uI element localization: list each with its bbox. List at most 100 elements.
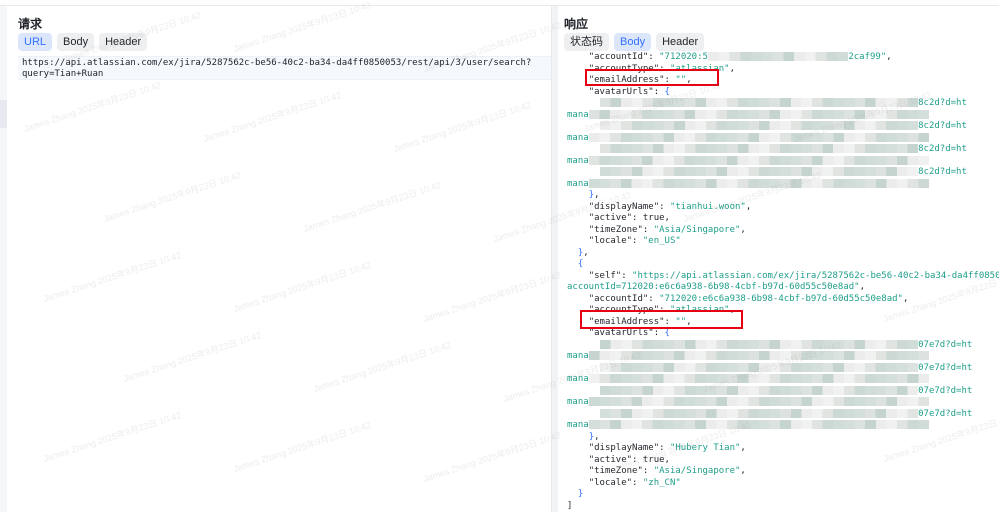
code-token: "Asia/Singapore" [653, 224, 741, 235]
request-tab-header[interactable]: Header [99, 33, 148, 51]
left-gutter [0, 6, 7, 512]
code-token: "self": [588, 270, 633, 281]
code-line: "displayName": "tianhui.woon", [567, 201, 752, 213]
code-token: , [859, 282, 866, 292]
code-token: , [729, 63, 735, 74]
code-token: mana [567, 109, 589, 120]
redacted-mosaic [588, 374, 929, 383]
left-gutter-marker [0, 100, 7, 128]
code-line: }, [567, 248, 589, 259]
code-token: accountId=712020:e6c6a938-6b98-4cbf-b97d… [567, 282, 860, 292]
code-line: mana [567, 374, 929, 385]
code-line: 8c2d?d=ht [567, 144, 967, 155]
code-line: mana [567, 351, 929, 362]
code-line: 8c2d?d=ht [567, 98, 967, 109]
request-url-line-2: query=Tian+Ruan [22, 69, 104, 79]
code-line: } [567, 489, 583, 500]
code-token: true, [642, 454, 670, 465]
code-token: mana [567, 374, 589, 384]
code-token: 07e7d?d=ht [918, 362, 973, 373]
code-line: "avatarUrls": { [567, 87, 670, 98]
code-token: mana [567, 351, 589, 361]
code-token: "https://api.atlassian.com/ex/jira/52875… [632, 270, 999, 281]
response-tabs: 状态码 Body Header [564, 33, 705, 51]
code-token: { [577, 259, 584, 269]
code-token: true, [642, 213, 670, 223]
watermark-text: James Zhang 2025年9月23日 10:42 [202, 89, 343, 144]
code-line: "accountId": "712020:5 2caf99", [567, 52, 892, 63]
code-token: } [577, 489, 584, 499]
code-line: 8c2d?d=ht [567, 167, 967, 178]
code-token: , [745, 201, 752, 212]
highlight-box-email-1 [585, 69, 719, 86]
code-line: "avatarUrls": { [567, 328, 670, 339]
code-line: "locale": "en_US" [567, 236, 681, 247]
code-token: mana [567, 178, 589, 189]
code-line: }, [567, 190, 600, 201]
code-line: "accountId": "712020:e6c6a938-6b98-4cbf-… [567, 293, 909, 305]
code-token: , [594, 190, 600, 200]
highlight-box-email-2 [580, 310, 743, 329]
redacted-mosaic [599, 385, 919, 395]
code-token: , [740, 443, 746, 453]
code-line: 8c2d?d=ht [567, 121, 967, 132]
request-url-line-1: https://api.atlassian.com/ex/jira/528756… [22, 58, 532, 68]
response-title: 响应 [564, 17, 589, 31]
code-line: 07e7d?d=ht [567, 339, 973, 351]
code-line: "active": true, [567, 213, 670, 224]
code-token: mana [567, 132, 589, 143]
watermark-text: James Zhang 2025年9月23日 10:42 [232, 419, 373, 474]
top-border [0, 5, 999, 6]
redacted-mosaic [588, 351, 929, 360]
code-line: "timeZone": "Asia/Singapore", [567, 225, 746, 236]
code-line: 07e7d?d=ht [567, 362, 973, 374]
code-token: "712020:5 [659, 52, 708, 62]
code-token: 07e7d?d=ht [918, 408, 973, 419]
watermark-text: James Zhang 2025年9月23日 10:42 [122, 329, 263, 384]
code-token: , [740, 224, 746, 235]
response-tab-status[interactable]: 状态码 [564, 33, 609, 51]
code-token: 8c2d?d=ht [918, 167, 967, 177]
code-token: 2caf99" [848, 52, 887, 62]
request-title: 请求 [18, 17, 43, 31]
code-token: 8c2d?d=ht [918, 121, 967, 131]
watermark-text: James Zhang 2025年9月23日 10:42 [392, 99, 533, 154]
code-line: }, [567, 432, 600, 443]
redacted-mosaic [588, 109, 929, 119]
response-scrollbar[interactable] [552, 6, 558, 512]
watermark-text: James Zhang 2025年9月23日 10:42 [42, 409, 183, 464]
code-token: "Asia/Singapore" [653, 466, 741, 476]
code-token: "tianhui.woon" [669, 201, 746, 212]
redacted-mosaic [599, 167, 919, 176]
code-token: 07e7d?d=ht [918, 339, 973, 350]
code-line: accountId=712020:e6c6a938-6b98-4cbf-b97d… [567, 282, 865, 293]
code-token: "avatarUrls": [588, 328, 665, 338]
code-token: { [664, 328, 670, 338]
code-token: "en_US" [642, 236, 681, 246]
request-tab-url[interactable]: URL [18, 33, 53, 51]
code-token: ] [567, 500, 573, 511]
code-token: "displayName": [588, 201, 670, 212]
response-tab-header[interactable]: Header [656, 33, 705, 51]
code-line: "active": true, [567, 455, 670, 466]
code-line: ] [567, 501, 572, 512]
code-token: "locale": [588, 477, 643, 488]
redacted-mosaic [588, 397, 929, 406]
code-token: "timeZone": [588, 466, 654, 476]
code-line: mana [567, 109, 929, 121]
redacted-mosaic [599, 408, 919, 418]
code-line: mana [567, 155, 929, 167]
code-line: 07e7d?d=ht [567, 408, 973, 420]
redacted-mosaic [599, 98, 919, 107]
code-token: "712020:e6c6a938-6b98-4cbf-b97d-60d55c50… [659, 293, 903, 304]
request-tab-body[interactable]: Body [57, 33, 95, 51]
code-line: "self": "https://api.atlassian.com/ex/ji… [567, 271, 999, 282]
redacted-mosaic [599, 144, 919, 153]
watermark-text: James Zhang 2025年9月23日 10:42 [102, 169, 243, 224]
watermark-text: James Zhang 2025年9月23日 10:42 [422, 429, 563, 484]
redacted-mosaic [588, 132, 929, 142]
code-token: "Hubery Tian" [669, 443, 741, 453]
code-line: "timeZone": "Asia/Singapore", [567, 466, 746, 477]
response-tab-body[interactable]: Body [614, 33, 652, 51]
redacted-mosaic [588, 420, 929, 429]
